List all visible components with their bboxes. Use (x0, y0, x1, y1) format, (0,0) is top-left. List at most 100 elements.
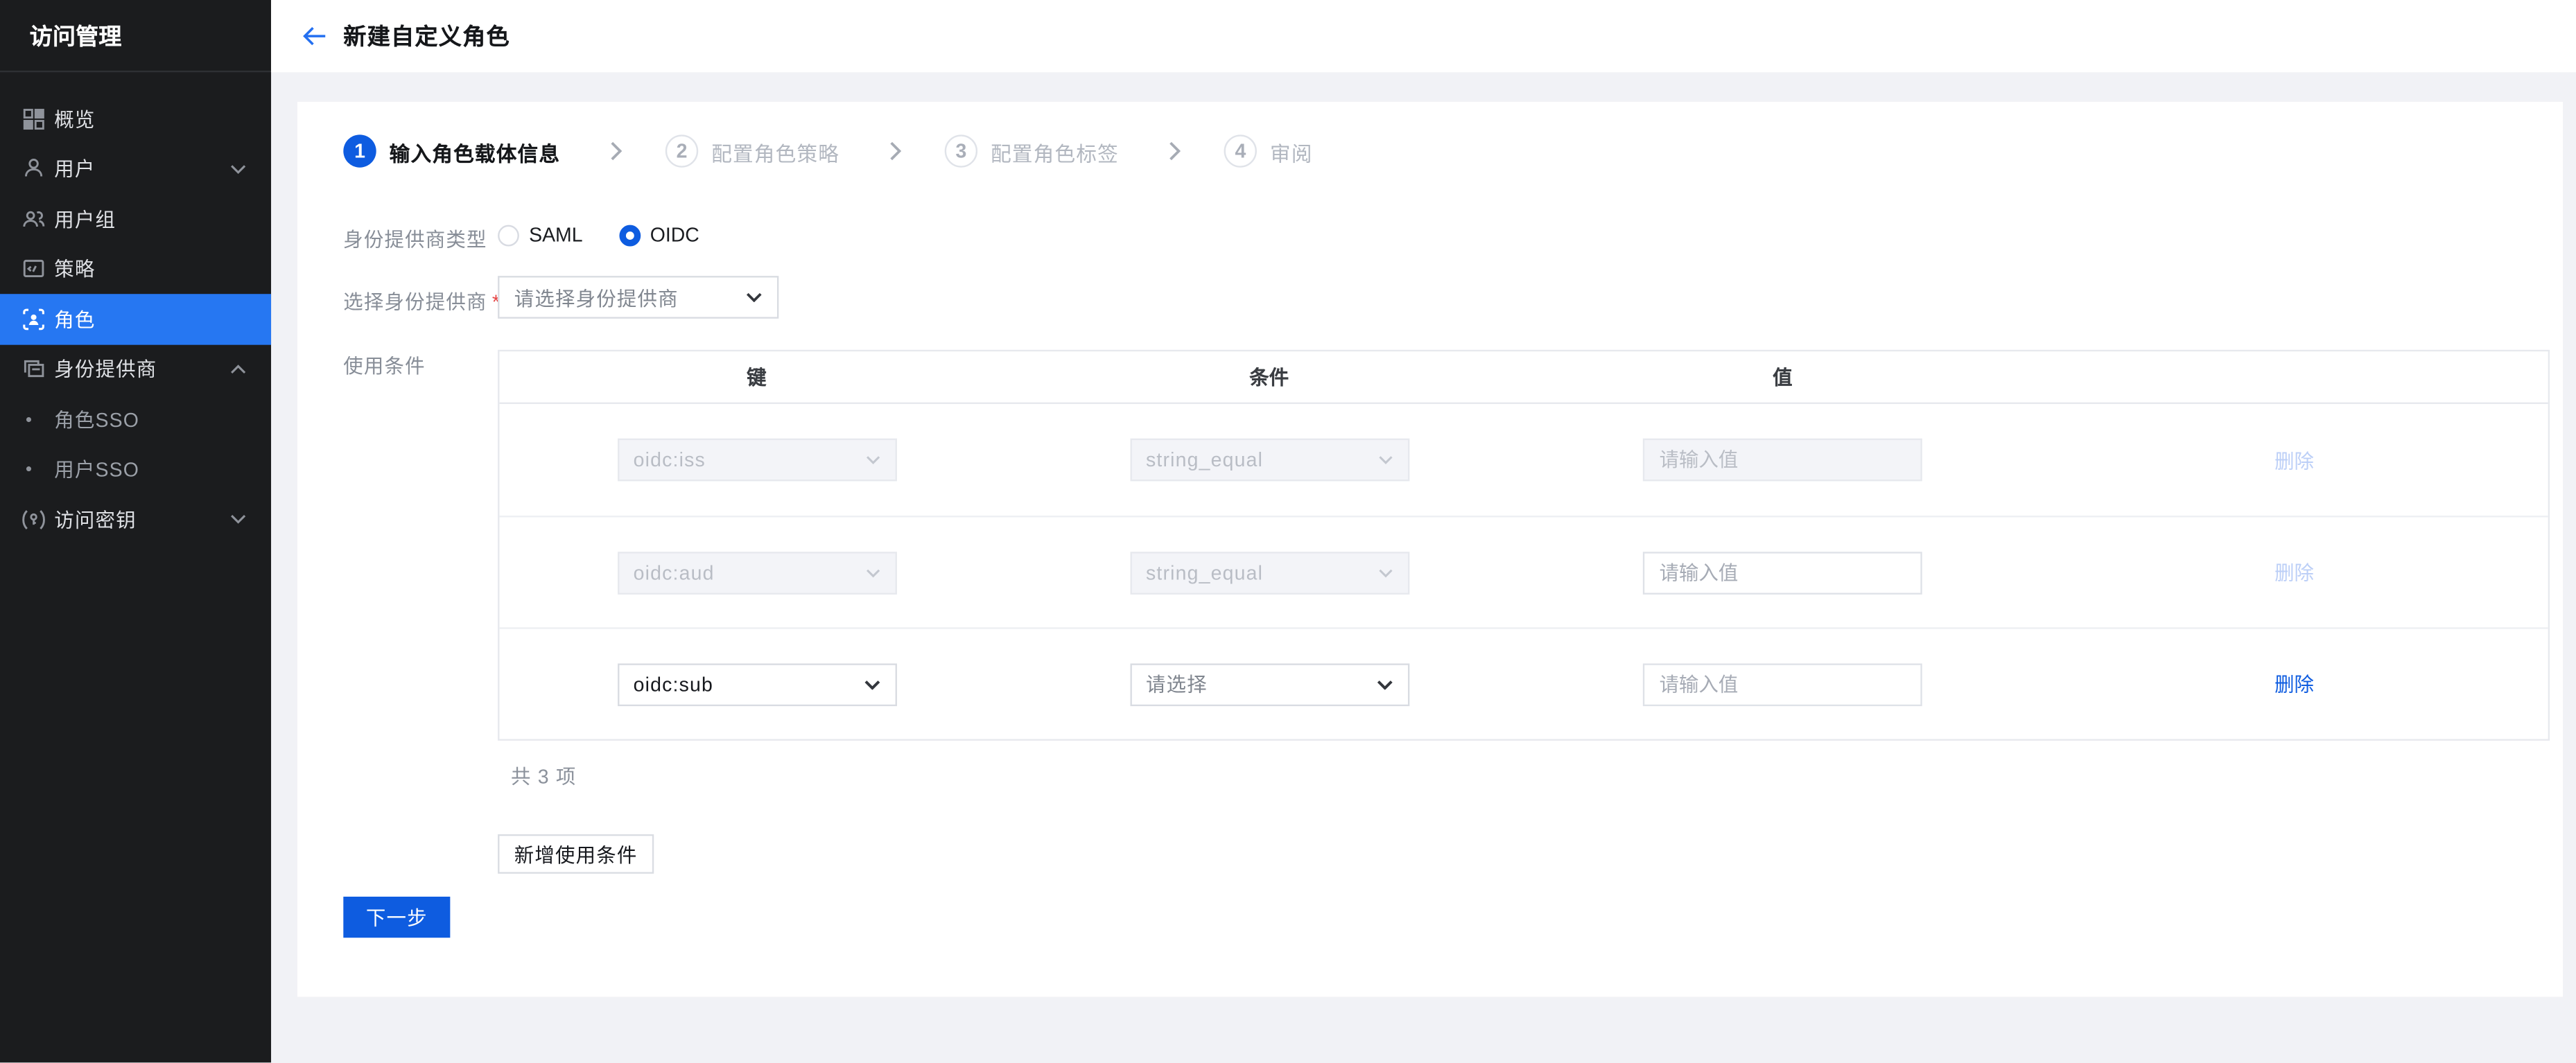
condition-select-value: string_equal (1146, 561, 1263, 583)
key-select: oidc:aud (617, 551, 896, 594)
chevron-down-icon (746, 292, 763, 302)
sidebar-item-role-sso[interactable]: 角色SSO (0, 394, 271, 444)
identity-provider-icon (19, 356, 46, 383)
key-select[interactable]: oidc:sub (617, 662, 896, 705)
access-management-console: 访问管理 概览 用户 用 (0, 0, 2576, 1062)
idp-select-placeholder: 请选择身份提供商 (514, 283, 679, 311)
key-select-value: oidc:aud (634, 561, 715, 583)
sidebar-item-label: 用户 (54, 155, 95, 182)
idp-select[interactable]: 请选择身份提供商 (498, 276, 778, 319)
step-separator-icon (609, 141, 623, 161)
radio-selected-icon (619, 224, 641, 245)
chevron-down-icon (865, 568, 880, 577)
radio-oidc[interactable]: OIDC (619, 223, 699, 246)
user-group-icon (19, 206, 46, 232)
sidebar-item-access-keys[interactable]: 访问密钥 (0, 494, 271, 544)
sidebar-item-label: 角色 (54, 305, 95, 333)
key-select-value: oidc:iss (634, 448, 706, 471)
conditions-label: 使用条件 (343, 351, 426, 379)
step-3: 3 配置角色标签 (945, 134, 1119, 167)
step-1: 1 输入角色载体信息 (343, 134, 560, 167)
condition-row: oidc:sub 请选择 删除 (499, 627, 2548, 739)
column-header-key: 键 (499, 351, 1013, 402)
radio-saml-label: SAML (529, 223, 582, 246)
idp-select-label: 选择身份提供商* (343, 288, 501, 315)
conditions-table: 键 条件 值 oidc:iss string_equ (498, 350, 2550, 741)
main-area: 新建自定义角色 1 输入角色载体信息 2 配置角色策略 3 配置角色标签 (271, 0, 2576, 1062)
radio-unselected-icon (498, 224, 519, 245)
condition-select: string_equal (1129, 551, 1409, 594)
key-select-value: oidc:sub (634, 672, 713, 695)
sidebar-nav: 概览 用户 用户组 策略 (0, 72, 271, 544)
sidebar-item-roles[interactable]: 角色 (0, 294, 271, 344)
back-arrow-icon[interactable] (302, 26, 327, 46)
sidebar-item-label: 身份提供商 (54, 355, 157, 383)
step-3-label: 配置角色标签 (991, 136, 1119, 167)
condition-select[interactable]: 请选择 (1129, 662, 1409, 705)
column-header-actions (2040, 351, 2548, 402)
key-select: oidc:iss (617, 439, 896, 482)
step-separator-icon (1168, 141, 1181, 161)
step-2: 2 配置角色策略 (665, 134, 839, 167)
page-header: 新建自定义角色 (271, 0, 2576, 72)
sidebar-item-user-groups[interactable]: 用户组 (0, 194, 271, 244)
sidebar-item-overview[interactable]: 概览 (0, 94, 271, 143)
column-header-condition: 条件 (1013, 351, 1524, 402)
sidebar-item-users[interactable]: 用户 (0, 143, 271, 193)
value-input (1643, 439, 1922, 482)
chevron-up-icon (230, 364, 247, 374)
delete-link: 删除 (2274, 446, 2314, 473)
sidebar-item-label: 策略 (54, 255, 95, 283)
chevron-down-icon (1377, 568, 1392, 577)
condition-row: oidc:aud string_equal 删除 (499, 516, 2548, 627)
wizard-card: 1 输入角色载体信息 2 配置角色策略 3 配置角色标签 4 审阅 (297, 102, 2563, 997)
sidebar-item-label: 概览 (54, 105, 95, 132)
role-icon (19, 306, 46, 332)
overview-grid-icon (19, 105, 46, 132)
sidebar-item-label: 用户组 (54, 205, 116, 233)
conditions-table-header: 键 条件 值 (499, 351, 2548, 404)
sidebar-title: 访问管理 (0, 0, 271, 71)
step-3-number: 3 (945, 134, 977, 167)
access-key-icon (19, 507, 46, 533)
bullet-icon (26, 416, 31, 421)
sidebar-item-label: 访问密钥 (54, 505, 137, 533)
sidebar-item-policies[interactable]: 策略 (0, 244, 271, 294)
step-4: 4 审阅 (1224, 134, 1313, 167)
step-separator-icon (889, 141, 902, 161)
add-condition-button[interactable]: 新增使用条件 (498, 834, 654, 874)
radio-oidc-label: OIDC (650, 223, 699, 246)
user-icon (19, 156, 46, 182)
step-1-label: 输入角色载体信息 (390, 136, 561, 167)
chevron-down-icon (1377, 455, 1392, 464)
value-input[interactable] (1643, 662, 1922, 705)
step-2-label: 配置角色策略 (711, 136, 839, 167)
sidebar: 访问管理 概览 用户 用 (0, 0, 271, 1062)
next-step-button[interactable]: 下一步 (343, 897, 450, 938)
sidebar-item-label: 角色SSO (54, 405, 139, 433)
idp-type-radio-group: SAML OIDC (498, 222, 699, 248)
sidebar-item-user-sso[interactable]: 用户SSO (0, 444, 271, 494)
condition-select-placeholder: 请选择 (1146, 670, 1208, 698)
chevron-down-icon (865, 455, 880, 464)
bullet-icon (26, 467, 31, 472)
condition-select-value: string_equal (1146, 448, 1263, 471)
condition-row: oidc:iss string_equal 删除 (499, 404, 2548, 516)
chevron-down-icon (230, 514, 247, 524)
step-2-number: 2 (665, 134, 698, 167)
step-4-label: 审阅 (1270, 136, 1313, 167)
sidebar-item-identity-providers[interactable]: 身份提供商 (0, 344, 271, 394)
idp-type-label: 身份提供商类型 (343, 225, 487, 253)
policy-icon (19, 256, 46, 282)
condition-select: string_equal (1129, 439, 1409, 482)
step-4-number: 4 (1224, 134, 1257, 167)
step-indicator: 1 输入角色载体信息 2 配置角色策略 3 配置角色标签 4 审阅 (343, 134, 1312, 167)
sidebar-item-label: 用户SSO (54, 455, 139, 483)
chevron-down-icon (230, 164, 247, 173)
value-input[interactable] (1643, 551, 1922, 594)
chevron-down-icon (863, 679, 880, 689)
delete-link[interactable]: 删除 (2274, 670, 2314, 698)
delete-link: 删除 (2274, 559, 2314, 586)
radio-saml[interactable]: SAML (498, 223, 582, 246)
total-count-text: 共 3 项 (511, 762, 576, 790)
